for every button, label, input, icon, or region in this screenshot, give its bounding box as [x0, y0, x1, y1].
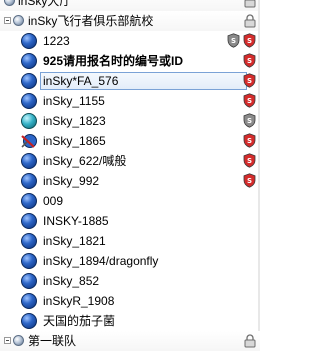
user-row[interactable]: INSKY-1885: [0, 211, 260, 231]
user-row[interactable]: inSky*FA_576 S: [0, 71, 260, 91]
user-name: inSky_1894/dragonfly: [43, 254, 159, 268]
lock-icon: [244, 334, 256, 348]
red-shield-icon: S: [243, 33, 256, 48]
channel-flight-school[interactable]: inSky飞行者俱乐部航校: [0, 11, 260, 31]
user-name: INSKY-1885: [43, 214, 109, 228]
user-row[interactable]: 925请用报名时的编号或ID S: [0, 51, 260, 71]
muted-speaker-icon: [20, 133, 38, 149]
grey-shield-icon: S: [227, 33, 240, 48]
scrollbar-track[interactable]: [258, 0, 260, 331]
channel-icon: [13, 15, 24, 26]
collapse-toggle[interactable]: [4, 17, 11, 24]
red-shield-icon: S: [243, 53, 256, 68]
user-status-icon: [21, 193, 37, 209]
svg-text:S: S: [247, 77, 252, 85]
user-row[interactable]: 天国的茄子菌: [0, 311, 260, 331]
user-row[interactable]: inSky_1823 S: [0, 111, 260, 131]
user-name: 009: [43, 194, 64, 208]
channel-icon: [13, 335, 24, 346]
user-status-icon: [21, 93, 37, 109]
red-shield-icon: S: [243, 73, 256, 88]
user-row[interactable]: inSky_1155 S: [0, 91, 260, 111]
user-status-icon: [21, 53, 37, 69]
user-row[interactable]: inSky_622/喊般 S: [0, 151, 260, 171]
user-row[interactable]: inSky_1865 S: [0, 131, 260, 151]
user-row[interactable]: 009: [0, 191, 260, 211]
user-name: inSky*FA_576: [43, 74, 119, 88]
svg-text:S: S: [247, 57, 252, 65]
user-row[interactable]: inSky_852: [0, 271, 260, 291]
channel-icon: [4, 0, 15, 6]
user-status-icon: [21, 313, 37, 329]
user-status-icon: [21, 213, 37, 229]
user-row[interactable]: 1223 S S: [0, 31, 260, 51]
user-status-icon: [21, 173, 37, 189]
svg-text:S: S: [247, 97, 252, 105]
channel-tree: inSky大厅 inSky飞行者俱乐部航校 1223 S S 925请用报名时的编号或…: [0, 0, 260, 351]
channel-root-label: inSky大厅: [18, 0, 72, 8]
svg-text:S: S: [247, 37, 252, 45]
user-row[interactable]: inSky_1894/dragonfly: [0, 251, 260, 271]
user-row[interactable]: inSky_992 S: [0, 171, 260, 191]
grey-shield-icon: S: [243, 113, 256, 128]
user-name: inSky_622/喊般: [43, 154, 127, 168]
svg-text:S: S: [247, 157, 252, 165]
svg-text:S: S: [247, 137, 252, 145]
svg-text:S: S: [247, 177, 252, 185]
red-shield-icon: S: [243, 133, 256, 148]
channel-first-squadron[interactable]: 第一联队: [0, 331, 260, 351]
channel-root[interactable]: inSky大厅: [0, 0, 260, 11]
user-name: inSkyR_1908: [43, 294, 115, 308]
lock-icon: [244, 0, 256, 8]
user-name: 925请用报名时的编号或ID: [43, 54, 184, 68]
user-list: 1223 S S 925请用报名时的编号或ID SinSky*FA_576 SinSky_…: [0, 31, 260, 331]
user-status-icon: [21, 293, 37, 309]
user-name: inSky_1155: [43, 94, 105, 108]
user-status-icon: [21, 73, 37, 89]
channel-label: 第一联队: [28, 334, 77, 348]
user-name: 天国的茄子菌: [43, 314, 116, 328]
user-name: inSky_1865: [43, 134, 106, 148]
user-name: inSky_852: [43, 274, 100, 288]
user-status-icon: [21, 253, 37, 269]
channel-label: inSky飞行者俱乐部航校: [28, 14, 154, 28]
user-row[interactable]: inSky_1821: [0, 231, 260, 251]
user-status-icon: [21, 273, 37, 289]
svg-text:S: S: [247, 117, 252, 125]
user-name: inSky_1823: [43, 114, 106, 128]
svg-text:S: S: [231, 37, 236, 45]
user-name: inSky_992: [43, 174, 100, 188]
red-shield-icon: S: [243, 153, 256, 168]
user-row[interactable]: inSkyR_1908: [0, 291, 260, 311]
red-shield-icon: S: [243, 173, 256, 188]
user-name: 1223: [43, 34, 70, 48]
user-status-icon: [21, 233, 37, 249]
user-name: inSky_1821: [43, 234, 106, 248]
red-shield-icon: S: [243, 93, 256, 108]
user-status-icon: [21, 33, 37, 49]
user-status-icon: [21, 153, 37, 169]
lock-icon: [244, 14, 256, 28]
expand-toggle[interactable]: [4, 337, 11, 344]
user-status-icon: [21, 113, 37, 129]
